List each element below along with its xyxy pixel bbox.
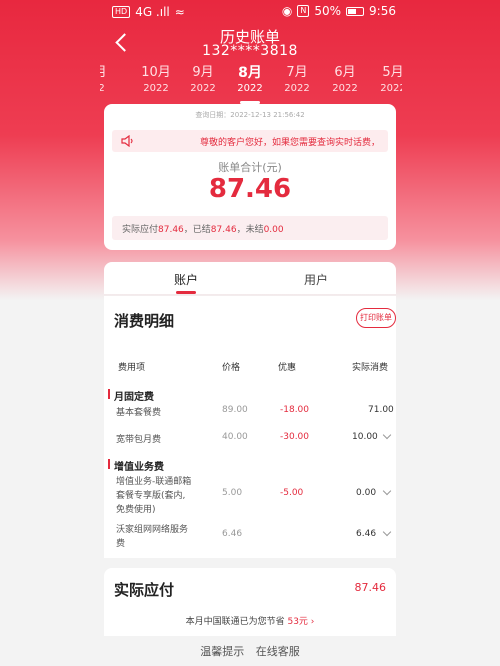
row-discount: -30.00 [280, 432, 310, 442]
consumption-details-card: 消费明细 打印账单 费用项 价格 优惠 实际消费 月固定费 基本套餐费 89.0… [104, 296, 396, 558]
signal-icon: 4G .ıll [135, 5, 170, 19]
row-name-line: 费 [116, 539, 126, 549]
column-header-item: 费用项 [118, 363, 146, 373]
row-name-line: 增值业务-联通邮箱 [116, 477, 192, 487]
bill-history-page: HD 4G .ıll ≈ ◉ N 50% 9:56 历史账单 132****38… [0, 0, 500, 666]
chevron-down-icon[interactable] [382, 486, 392, 496]
column-header-price: 价格 [222, 363, 241, 373]
footer-links: 温馨提示 在线客服 [100, 643, 400, 659]
row-price: 5.00 [222, 488, 243, 498]
month-year: 2022 [100, 83, 105, 94]
summary-bar: 实际应付87.46，已结87.46，未结0.00 [112, 216, 388, 240]
month-label: 11月 [100, 65, 107, 80]
column-header-actual: 实际消费 [352, 363, 389, 373]
total-amount: 87.46 [208, 174, 292, 204]
online-service-link[interactable]: 在线客服 [256, 645, 300, 658]
nfc-icon: N [297, 5, 310, 17]
footer-bar: 温馨提示 在线客服 [100, 636, 400, 666]
month-label: 10月 [141, 65, 171, 80]
details-title: 消费明细 [114, 312, 175, 330]
month-tab[interactable]: 7月 2022 [272, 64, 322, 96]
status-right: ◉ N 50% 9:56 [282, 4, 396, 18]
chevron-down-icon[interactable] [382, 527, 392, 537]
account-user-tabs: 账户 用户 [104, 262, 396, 294]
row-actual: 10.00 [352, 432, 378, 442]
savings-text: 本月中国联通已为您节省 [185, 617, 285, 627]
notice-text: 尊敬的客户您好，如果您需要查询实时话费， [200, 138, 381, 148]
phone-number: 132****3818 [202, 43, 298, 59]
eye-icon: ◉ [281, 4, 293, 18]
row-name-line: 免费使用) [116, 505, 156, 515]
bill-summary-card: 查询日期：2022-12-13 21:56:42 尊敬的客户您好，如果您需要查询… [104, 104, 396, 250]
battery-icon [346, 6, 365, 16]
total-label: 账单合计(元) [218, 161, 282, 174]
summary-text: ，未结 [236, 225, 264, 235]
month-tab[interactable]: 6月 2022 [320, 64, 370, 96]
payable-amount: 87.46 [354, 581, 387, 594]
payable-card: 实际应付 87.46 本月中国联通已为您节省 53元 › [104, 568, 396, 636]
status-left: HD 4G .ıll ≈ [112, 5, 185, 19]
row-actual: 71.00 [368, 405, 394, 415]
month-year: 2022 [380, 83, 402, 94]
column-header-discount: 优惠 [278, 363, 297, 373]
month-tab[interactable]: 11月 2022 [100, 64, 117, 96]
payment-summary: 实际应付87.46，已结87.46，未结0.00 [122, 222, 284, 235]
month-tab[interactable]: 5月 2022 [368, 64, 402, 96]
tips-link[interactable]: 温馨提示 [200, 645, 244, 658]
row-price: 40.00 [222, 432, 248, 442]
row-discount: -18.00 [280, 405, 310, 415]
row-discount: -5.00 [280, 488, 304, 498]
row-price: 6.46 [222, 529, 243, 539]
print-bill-button[interactable]: 打印账单 [356, 308, 396, 328]
row-actual: 0.00 [356, 488, 377, 498]
savings-note[interactable]: 本月中国联通已为您节省 53元 › [104, 614, 396, 627]
tab-user[interactable]: 用户 [304, 271, 328, 288]
back-arrow-icon[interactable] [110, 30, 134, 56]
month-year: 2022 [332, 83, 358, 94]
month-tab[interactable]: 10月 2022 [131, 64, 181, 96]
query-date: 查询日期：2022-12-13 21:56:42 [195, 111, 305, 119]
speaker-icon [121, 135, 133, 147]
month-year: 2022 [237, 83, 263, 94]
month-year: 2022 [143, 83, 169, 94]
tab-indicator [176, 291, 196, 294]
row-name-line: 沃家组网网络服务 [116, 525, 189, 535]
row-actual: 6.46 [356, 529, 377, 539]
month-selector[interactable]: 11月 2022 10月 2022 9月 2022 8月 2022 7月 202… [100, 64, 402, 106]
clock: 9:56 [369, 4, 396, 18]
month-tab[interactable]: 9月 2022 [178, 64, 228, 96]
month-year: 2022 [284, 83, 310, 94]
summary-payable: 87.46 [158, 225, 184, 235]
notice-bar[interactable]: 尊敬的客户您好，如果您需要查询实时话费， [112, 130, 388, 152]
row-price: 89.00 [222, 405, 248, 415]
month-label: 5月 [382, 65, 402, 80]
row-name-line: 套餐专享版(套内, [116, 491, 186, 501]
month-label: 7月 [286, 65, 308, 80]
status-bar: HD 4G .ıll ≈ ◉ N 50% 9:56 [0, 0, 500, 24]
month-year: 2022 [190, 83, 216, 94]
group-value-added: 增值业务费 [108, 458, 164, 473]
tab-account[interactable]: 账户 [174, 271, 198, 288]
group-monthly-fixed: 月固定费 [108, 388, 154, 403]
summary-settled: 87.46 [210, 225, 237, 235]
month-tab-active[interactable]: 8月 2022 [225, 64, 275, 104]
row-name: 基本套餐费 [116, 408, 162, 418]
hd-icon: HD [112, 6, 131, 18]
month-label: 6月 [334, 65, 356, 80]
month-label: 8月 [238, 65, 262, 81]
row-name: 宽带包月费 [116, 435, 162, 445]
chevron-down-icon[interactable] [382, 430, 392, 440]
battery-percent: 50% [314, 4, 342, 18]
summary-text: 实际应付 [122, 225, 159, 235]
chevron-right-icon: › [310, 617, 315, 627]
month-label: 9月 [192, 65, 214, 80]
summary-text: ，已结 [183, 225, 211, 235]
wifi-icon: ≈ [174, 5, 185, 19]
savings-amount: 53元 [287, 617, 308, 627]
payable-label: 实际应付 [114, 581, 175, 599]
summary-unsettled: 0.00 [263, 225, 284, 235]
